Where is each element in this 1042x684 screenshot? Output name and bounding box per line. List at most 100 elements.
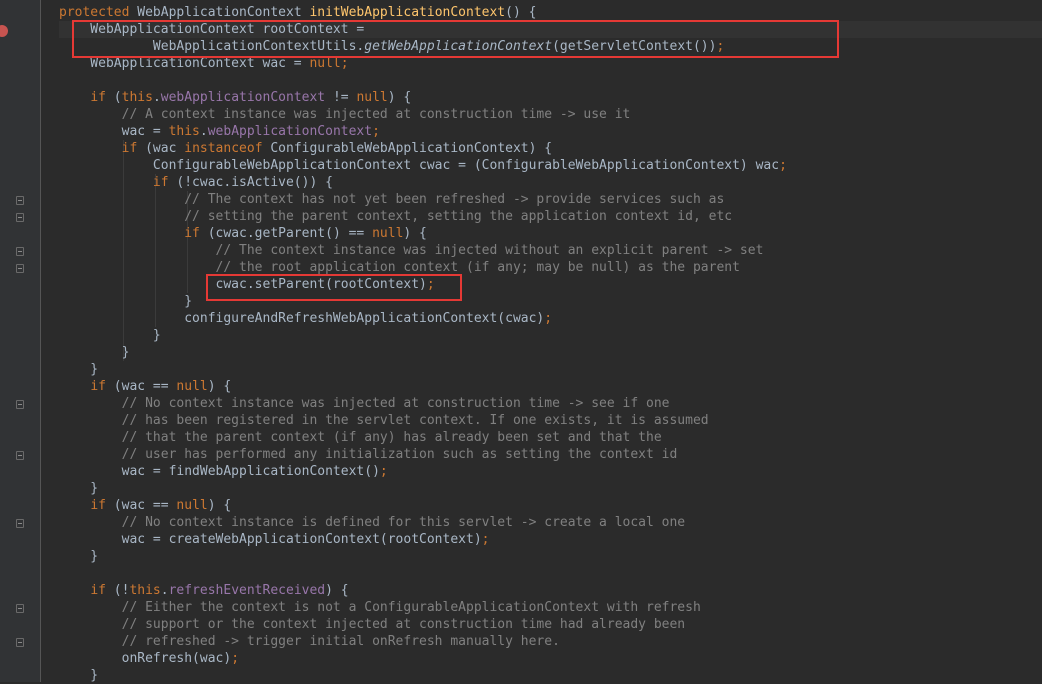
code-token: wac = findWebApplicationContext() [59,464,380,479]
code-line[interactable]: // support or the context injected at co… [59,616,1042,633]
code-line[interactable]: // refreshed -> trigger initial onRefres… [59,633,1042,650]
code-token: ; [340,56,349,71]
code-token: ) { [207,498,232,513]
fold-marker-icon[interactable] [16,400,24,409]
code-line[interactable]: if (this.webApplicationContext != null) … [59,89,1042,106]
code-token: ConfigurableWebApplicationContext cwac =… [59,158,780,173]
code-line[interactable] [59,72,1042,89]
code-line[interactable]: protected WebApplicationContext initWebA… [59,4,1042,21]
annotation-box-root-context [72,20,839,58]
code-comment: // The context has not yet been refreshe… [59,192,725,207]
code-token: this [121,90,153,105]
fold-marker-icon[interactable] [16,247,24,256]
code-token: } [59,294,193,309]
code-token: WebApplicationContext wac = [59,56,310,71]
code-token: ; [481,532,490,547]
code-token: ) { [387,90,412,105]
code-line[interactable]: if (cwac.getParent() == null) { [59,225,1042,242]
code-token: null [309,56,341,71]
code-line[interactable]: // A context instance was injected at co… [59,106,1042,123]
code-token: onRefresh(wac) [59,651,232,666]
code-comment: // that the parent context (if any) has … [59,430,662,445]
code-token: ; [231,651,240,666]
code-line[interactable]: // has been registered in the servlet co… [59,412,1042,429]
editor-gutter[interactable] [0,0,41,682]
fold-marker-icon[interactable] [16,264,24,273]
code-line[interactable]: // setting the parent context, setting t… [59,208,1042,225]
code-token: null [176,379,208,394]
fold-marker-icon[interactable] [16,604,24,613]
code-line[interactable]: wac = findWebApplicationContext(); [59,463,1042,480]
code-line[interactable]: onRefresh(wac); [59,650,1042,667]
code-line[interactable]: wac = this.webApplicationContext; [59,123,1042,140]
code-token: wac = [59,124,169,139]
code-comment: // setting the parent context, setting t… [59,209,733,224]
code-line[interactable]: if (wac == null) { [59,497,1042,514]
code-token: } [59,345,130,360]
code-token: ) { [403,226,427,241]
code-token: () { [505,5,537,20]
code-line[interactable]: // No context instance is defined for th… [59,514,1042,531]
code-line[interactable]: configureAndRefreshWebApplicationContext… [59,310,1042,327]
code-line[interactable]: // The context instance was injected wit… [59,242,1042,259]
code-token: instanceof [184,141,271,156]
code-line[interactable]: if (wac instanceof ConfigurableWebApplic… [59,140,1042,157]
code-line[interactable]: if (wac == null) { [59,378,1042,395]
code-line[interactable] [59,565,1042,582]
code-line[interactable]: } [59,344,1042,361]
code-line[interactable]: } [59,480,1042,497]
code-line[interactable]: } [59,361,1042,378]
code-comment: // user has performed any initialization… [59,447,678,462]
code-token: webApplicationContext [160,90,326,105]
code-line[interactable]: if (!cwac.isActive()) { [59,174,1042,191]
code-line[interactable]: wac = createWebApplicationContext(rootCo… [59,531,1042,548]
code-token: null [356,90,388,105]
code-line[interactable]: } [59,327,1042,344]
code-line[interactable]: } [59,667,1042,684]
code-token: . [152,90,161,105]
fold-marker-icon[interactable] [16,196,24,205]
fold-marker-icon[interactable] [16,213,24,222]
code-token: if [184,226,208,241]
code-token: ) { [325,583,349,598]
code-token: if [90,379,114,394]
breakpoint-icon[interactable] [0,25,8,37]
fold-marker-icon[interactable] [16,519,24,528]
code-token: (! [113,583,130,598]
code-token: } [59,328,161,343]
fold-marker-icon[interactable] [16,451,24,460]
code-token: ; [544,311,553,326]
code-token: WebApplicationContext [137,5,310,20]
code-token: } [59,668,99,683]
code-line[interactable]: // user has performed any initialization… [59,446,1042,463]
code-line[interactable]: } [59,548,1042,565]
code-line[interactable]: // that the parent context (if any) has … [59,429,1042,446]
fold-marker-icon[interactable] [16,638,24,647]
code-comment: // refreshed -> trigger initial onRefres… [59,634,560,649]
code-comment: // No context instance is defined for th… [59,515,686,530]
code-comment: // The context instance was injected wit… [59,243,764,258]
code-line[interactable]: // The context has not yet been refreshe… [59,191,1042,208]
code-token: if [90,90,114,105]
code-comment: // A context instance was injected at co… [59,107,631,122]
code-comment: // support or the context injected at co… [59,617,686,632]
code-token: this [129,583,161,598]
code-line[interactable]: if (!this.refreshEventReceived) { [59,582,1042,599]
code-comment: // No context instance was injected at c… [59,396,670,411]
code-line[interactable]: // Either the context is not a Configura… [59,599,1042,616]
code-comment: // the root application context (if any;… [59,260,740,275]
code-line[interactable]: // No context instance was injected at c… [59,395,1042,412]
code-token: initWebApplicationContext [309,5,506,20]
code-token: ( [113,90,122,105]
code-comment: // Either the context is not a Configura… [59,600,701,615]
code-editor[interactable]: protected WebApplicationContext initWebA… [59,4,1042,684]
code-token: ConfigurableWebApplicationContext) { [270,141,553,156]
code-token: } [59,481,99,496]
code-line[interactable]: ConfigurableWebApplicationContext cwac =… [59,157,1042,174]
code-token: ; [372,124,380,139]
code-token: if [90,583,114,598]
